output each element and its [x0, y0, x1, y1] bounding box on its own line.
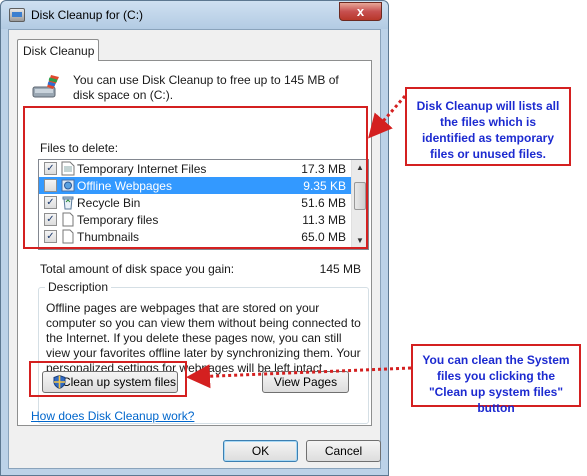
title-bar[interactable]: Disk Cleanup for (C:) x	[1, 1, 388, 29]
file-checkbox[interactable]	[44, 179, 57, 192]
files-to-delete-label: Files to delete:	[40, 141, 119, 155]
scrollbar-thumb[interactable]	[354, 182, 366, 210]
list-item[interactable]: ✓ Temporary files 11.3 MB	[39, 211, 352, 228]
file-name: Offline Webpages	[77, 179, 172, 193]
recycle-bin-icon	[62, 196, 74, 210]
file-checkbox[interactable]: ✓	[44, 213, 57, 226]
header-description: You can use Disk Cleanup to free up to 1…	[73, 73, 339, 102]
clean-up-system-files-button[interactable]: Clean up system files	[42, 371, 178, 393]
disk-cleanup-app-icon	[9, 8, 25, 22]
file-checkbox[interactable]: ✓	[44, 230, 57, 243]
files-to-delete-list[interactable]: ✓ Temporary Internet Files 17.3 MB Offli…	[38, 159, 369, 250]
description-group: Description Offline pages are webpages t…	[38, 280, 369, 424]
file-checkbox[interactable]: ✓	[44, 196, 57, 209]
scroll-up-arrow-icon[interactable]: ▲	[352, 160, 368, 176]
file-name: Temporary files	[77, 213, 159, 227]
file-size: 9.35 KB	[303, 179, 346, 193]
disk-cleanup-window: Disk Cleanup for (C:) x Disk Cleanup You…	[0, 0, 389, 476]
ok-button[interactable]: OK	[223, 440, 298, 462]
file-checkbox[interactable]: ✓	[44, 162, 57, 175]
description-text: Offline pages are webpages that are stor…	[46, 301, 361, 375]
list-item[interactable]: ✓ Temporary Internet Files 17.3 MB	[39, 160, 352, 177]
thumbnails-icon	[62, 229, 74, 244]
file-size: 51.6 MB	[301, 196, 346, 210]
uac-shield-icon	[53, 375, 66, 389]
file-name: Thumbnails	[77, 230, 140, 244]
files-list-scrollbar[interactable]: ▲ ▼	[351, 160, 368, 249]
disk-cleanup-broom-icon	[32, 75, 59, 98]
how-does-disk-cleanup-work-link[interactable]: How does Disk Cleanup work?	[31, 409, 194, 423]
dialog-client-area: Disk Cleanup You can use Disk Cleanup to…	[8, 29, 381, 469]
file-size: 17.3 MB	[301, 162, 346, 176]
total-space-label: Total amount of disk space you gain:	[40, 262, 235, 276]
scroll-down-arrow-icon[interactable]: ▼	[352, 233, 368, 249]
file-name: Recycle Bin	[77, 196, 141, 210]
temporary-files-icon	[62, 212, 74, 227]
cancel-button[interactable]: Cancel	[306, 440, 381, 462]
files-callout: Disk Cleanup will lists all the files wh…	[405, 87, 571, 166]
close-button[interactable]: x	[339, 2, 382, 21]
list-item[interactable]: ✓ Recycle Bin 51.6 MB	[39, 194, 352, 211]
list-item[interactable]: Offline Webpages 9.35 KB	[39, 177, 352, 194]
file-name: Temporary Internet Files	[77, 162, 207, 176]
tab-disk-cleanup[interactable]: Disk Cleanup	[17, 39, 99, 61]
file-size: 65.0 MB	[301, 230, 346, 244]
offline-webpages-icon	[61, 179, 75, 192]
view-pages-button[interactable]: View Pages	[262, 371, 349, 393]
system-files-callout: You can clean the System files you click…	[411, 344, 581, 415]
window-title: Disk Cleanup for (C:)	[31, 8, 144, 22]
total-space-value: 145 MB	[319, 262, 361, 276]
clean-up-system-files-label: Clean up system files	[61, 375, 177, 389]
description-legend: Description	[45, 280, 112, 294]
temporary-internet-files-icon	[61, 161, 75, 176]
list-item[interactable]: ✓ Thumbnails 65.0 MB	[39, 228, 352, 245]
file-size: 11.3 MB	[302, 213, 346, 227]
